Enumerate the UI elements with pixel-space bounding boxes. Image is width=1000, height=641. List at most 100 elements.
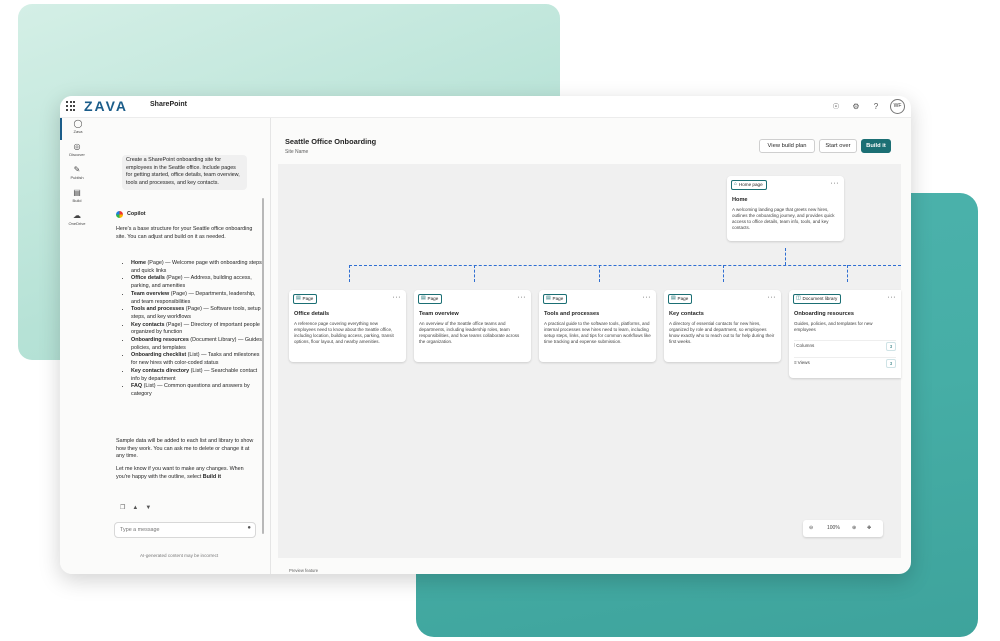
chat-scrollbar[interactable] — [262, 198, 264, 534]
card-description: A directory of essential contacts for ne… — [669, 321, 776, 345]
sample-data-note: Sample data will be added to each list a… — [116, 438, 254, 461]
page-icon: ▤ — [296, 295, 301, 303]
assistant-name: Copilot — [127, 211, 146, 219]
more-options-icon[interactable]: ··· — [888, 294, 897, 302]
page-icon: ▤ — [421, 295, 426, 303]
publish-icon: ✎ — [60, 164, 94, 175]
card-title: Home — [732, 197, 748, 203]
list-item: Office details (Page) — Address, buildin… — [131, 275, 265, 290]
connector-home — [785, 248, 786, 265]
more-options-icon[interactable]: ··· — [831, 180, 840, 188]
card-type-badge: ▤Page — [668, 294, 692, 304]
card-type-badge: ▤Page — [418, 294, 442, 304]
library-row-columns[interactable]: ⁞ Columns 3 — [794, 340, 896, 350]
card-type-badge: ▤Page — [543, 294, 567, 304]
top-bar: ZAVA SharePoint ☉ ⚙ ? WF — [60, 96, 911, 118]
card-type-badge: ⌂Home page — [731, 180, 767, 190]
home-icon: ⌂ — [734, 181, 737, 189]
settings-gear-icon[interactable]: ⚙ — [850, 101, 862, 113]
card-title: Office details — [294, 311, 329, 317]
site-card-tools-processes[interactable]: ▤Page ··· Tools and processes A practica… — [539, 290, 656, 362]
more-options-icon[interactable]: ··· — [643, 294, 652, 302]
app-launcher-icon[interactable] — [66, 101, 76, 111]
fit-to-screen-icon[interactable]: ✥ — [867, 520, 871, 537]
thumbs-up-icon[interactable]: ▲ — [132, 505, 138, 513]
left-nav-rail: ◯ Zava ◎ Discover ✎ Publish ▤ Build ☁ On… — [60, 118, 94, 574]
card-title: Team overview — [419, 311, 459, 317]
preview-feature-label: Preview feature — [289, 568, 318, 573]
copilot-logo-icon — [116, 211, 123, 218]
copy-icon[interactable]: ❐ — [120, 505, 125, 513]
list-item: Team overview (Page) — Departments, lead… — [131, 291, 265, 306]
row-count: 3 — [886, 342, 896, 351]
rail-item-label: Zava — [62, 129, 94, 134]
top-bar-actions: ☉ ⚙ ? WF — [830, 99, 905, 114]
feedback-actions: ❐ ▲ ▼ — [120, 505, 151, 513]
list-item: Key contacts directory (List) — Searchab… — [131, 368, 265, 383]
rail-item-label: OneDrive — [60, 221, 94, 226]
message-input[interactable] — [115, 523, 238, 537]
thumbs-down-icon[interactable]: ▼ — [145, 505, 151, 513]
view-build-plan-button[interactable]: View build plan — [759, 139, 815, 153]
card-description: Guides, policies, and templates for new … — [794, 321, 894, 333]
more-options-icon[interactable]: ··· — [768, 294, 777, 302]
list-item: Tools and processes (Page) — Software to… — [131, 306, 265, 321]
copilot-icon: ◯ — [62, 118, 94, 129]
build-it-button[interactable]: Build it — [861, 139, 891, 153]
build-icon: ▤ — [60, 187, 94, 198]
card-title: Tools and processes — [544, 311, 599, 317]
library-row-views[interactable]: ≡ Views 3 — [794, 357, 896, 367]
list-item: Key contacts (Page) — Directory of impor… — [131, 322, 265, 337]
rail-item-discover[interactable]: ◎ Discover — [60, 141, 94, 163]
site-card-home[interactable]: ⌂Home page ··· Home A welcoming landing … — [727, 176, 844, 241]
app-window: ZAVA SharePoint ☉ ⚙ ? WF ◯ Zava ◎ Discov… — [60, 96, 911, 574]
copilot-chat-panel: Create a SharePoint onboarding site for … — [102, 118, 271, 574]
message-composer: ● — [114, 522, 256, 538]
more-options-icon[interactable]: ··· — [393, 294, 402, 302]
app-name[interactable]: SharePoint — [150, 101, 187, 108]
closing-message: Let me know if you want to make any chan… — [116, 466, 254, 481]
rail-item-label: Discover — [60, 152, 94, 157]
card-type-badge: ▤Page — [293, 294, 317, 304]
site-builder-main: Seattle Office Onboarding Site Name View… — [271, 118, 911, 574]
connector-team-overview — [474, 265, 475, 282]
card-type-badge: ◫Document library — [793, 294, 841, 304]
page-icon: ▤ — [546, 295, 551, 303]
list-item: Home (Page) — Welcome page with onboardi… — [131, 260, 265, 275]
user-avatar[interactable]: WF — [890, 99, 905, 114]
card-title: Key contacts — [669, 311, 704, 317]
zoom-controls: ⊖ 100% ⊕ ✥ — [803, 520, 883, 537]
zoom-level: 100% — [827, 520, 840, 537]
connector-horizontal — [349, 265, 901, 266]
connector-tools-processes — [599, 265, 600, 282]
site-map-canvas: ⌂Home page ··· Home A welcoming landing … — [278, 164, 901, 558]
more-options-icon[interactable]: ··· — [518, 294, 527, 302]
onedrive-icon: ☁ — [60, 210, 94, 221]
site-card-team-overview[interactable]: ▤Page ··· Team overview An overview of t… — [414, 290, 531, 362]
microphone-icon[interactable]: ● — [247, 525, 251, 533]
row-label: Columns — [796, 343, 814, 348]
zoom-in-icon[interactable]: ⊕ — [852, 520, 856, 537]
rail-item-zava[interactable]: ◯ Zava — [60, 118, 94, 140]
zoom-out-icon[interactable]: ⊖ — [809, 520, 813, 537]
rail-item-build[interactable]: ▤ Build — [60, 187, 94, 209]
user-prompt-bubble: Create a SharePoint onboarding site for … — [122, 155, 247, 190]
start-over-button[interactable]: Start over — [819, 139, 857, 153]
copilot-header: Copilot — [116, 211, 146, 219]
connector-office-details — [349, 265, 350, 282]
card-description: A practical guide to the software tools,… — [544, 321, 651, 345]
people-icon[interactable]: ☉ — [830, 101, 842, 113]
list-item: Onboarding checklist (List) — Tasks and … — [131, 352, 265, 367]
site-card-onboarding-resources[interactable]: ◫Document library ··· Onboarding resourc… — [789, 290, 901, 378]
list-item: FAQ (List) — Common questions and answer… — [131, 383, 265, 398]
rail-item-publish[interactable]: ✎ Publish — [60, 164, 94, 186]
brand-logo[interactable]: ZAVA — [84, 98, 128, 114]
rail-item-onedrive[interactable]: ☁ OneDrive — [60, 210, 94, 232]
site-card-office-details[interactable]: ▤Page ··· Office details A reference pag… — [289, 290, 406, 362]
assistant-intro: Here's a base structure for your Seattle… — [116, 226, 254, 241]
help-icon[interactable]: ? — [870, 101, 882, 113]
connector-onboarding-resources — [847, 265, 848, 282]
page-icon: ▤ — [671, 295, 676, 303]
rail-item-label: Build — [60, 198, 94, 203]
site-card-key-contacts[interactable]: ▤Page ··· Key contacts A directory of es… — [664, 290, 781, 362]
